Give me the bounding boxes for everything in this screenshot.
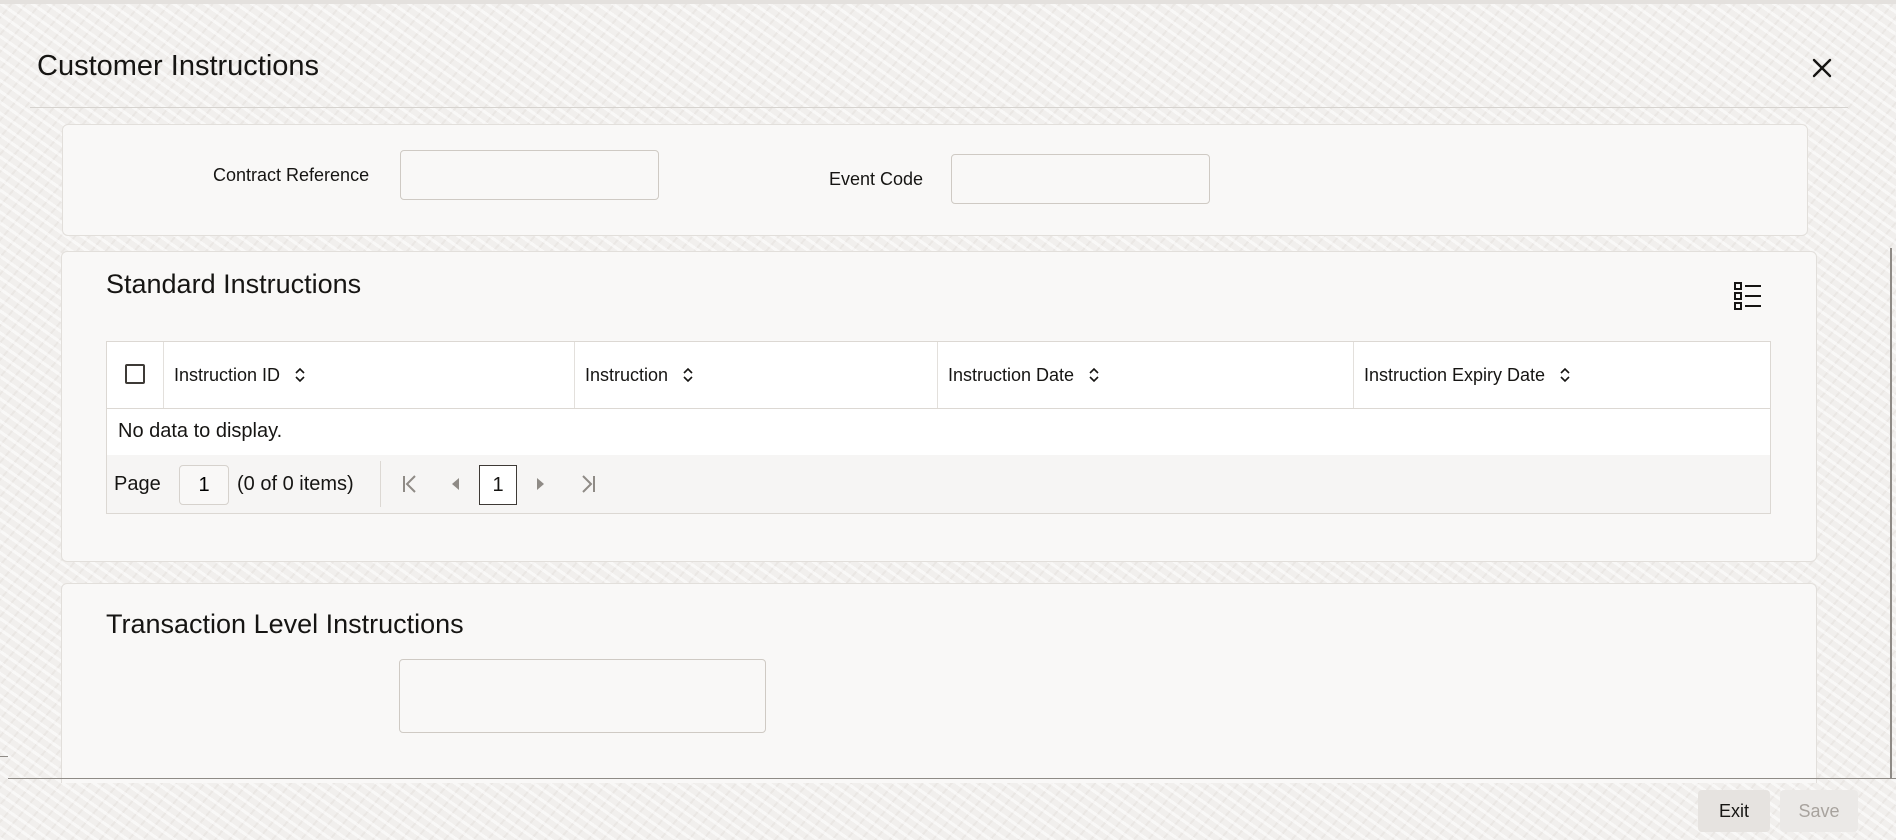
page-title: Customer Instructions [37, 50, 320, 82]
footer-divider [8, 778, 1896, 779]
empty-table-message: No data to display. [118, 420, 283, 442]
sort-icon [295, 367, 305, 383]
column-header-label: Instruction ID [174, 364, 281, 385]
footer-tick [0, 756, 8, 757]
save-button[interactable]: Save [1780, 790, 1858, 832]
last-page-button[interactable] [573, 469, 603, 499]
top-edge [0, 0, 1896, 4]
pagination-bar: Page (0 of 0 items) 1 [107, 455, 1770, 513]
last-page-icon [582, 475, 595, 493]
sort-icon [1560, 367, 1570, 383]
pager-divider [380, 461, 381, 507]
contract-reference-input[interactable] [400, 150, 659, 200]
column-header-label: Instruction [585, 364, 669, 385]
exit-button[interactable]: Exit [1698, 790, 1770, 832]
column-header-label: Instruction Expiry Date [1364, 364, 1546, 385]
current-page-button[interactable]: 1 [479, 465, 517, 505]
items-count: (0 of 0 items) [237, 473, 354, 495]
sort-icon [683, 367, 693, 383]
column-header-instruction-id[interactable]: Instruction ID [163, 342, 574, 408]
column-header-instruction-date[interactable]: Instruction Date [937, 342, 1353, 408]
transaction-level-title: Transaction Level Instructions [106, 609, 464, 639]
first-page-button[interactable] [395, 469, 425, 499]
column-header-instruction[interactable]: Instruction [574, 342, 937, 408]
page-number-input[interactable] [179, 465, 229, 505]
next-page-button[interactable] [525, 469, 555, 499]
table-header: Instruction ID Instruction Instruction D… [107, 342, 1770, 409]
select-all-checkbox[interactable] [125, 364, 145, 384]
event-code-input[interactable] [951, 154, 1210, 204]
standard-instructions-title: Standard Instructions [106, 269, 362, 299]
transaction-level-instructions-textarea[interactable] [399, 659, 766, 733]
first-page-icon [403, 475, 416, 493]
standard-instructions-table: Instruction ID Instruction Instruction D… [106, 341, 1771, 514]
sort-icon [1089, 367, 1099, 383]
column-header-label: Instruction Date [948, 364, 1075, 385]
scrollbar-track[interactable] [1890, 248, 1892, 778]
title-divider [30, 107, 1848, 108]
list-view-icon [1734, 282, 1761, 310]
event-code-label: Event Code [829, 169, 924, 189]
previous-page-icon [452, 478, 459, 490]
close-icon [1812, 58, 1832, 78]
contract-reference-label: Contract Reference [213, 165, 370, 185]
page-label: Page [114, 473, 161, 495]
close-button[interactable] [1806, 52, 1838, 84]
column-management-button[interactable] [1732, 280, 1764, 312]
previous-page-button[interactable] [441, 469, 471, 499]
column-header-instruction-expiry-date[interactable]: Instruction Expiry Date [1353, 342, 1770, 408]
next-page-icon [537, 478, 544, 490]
